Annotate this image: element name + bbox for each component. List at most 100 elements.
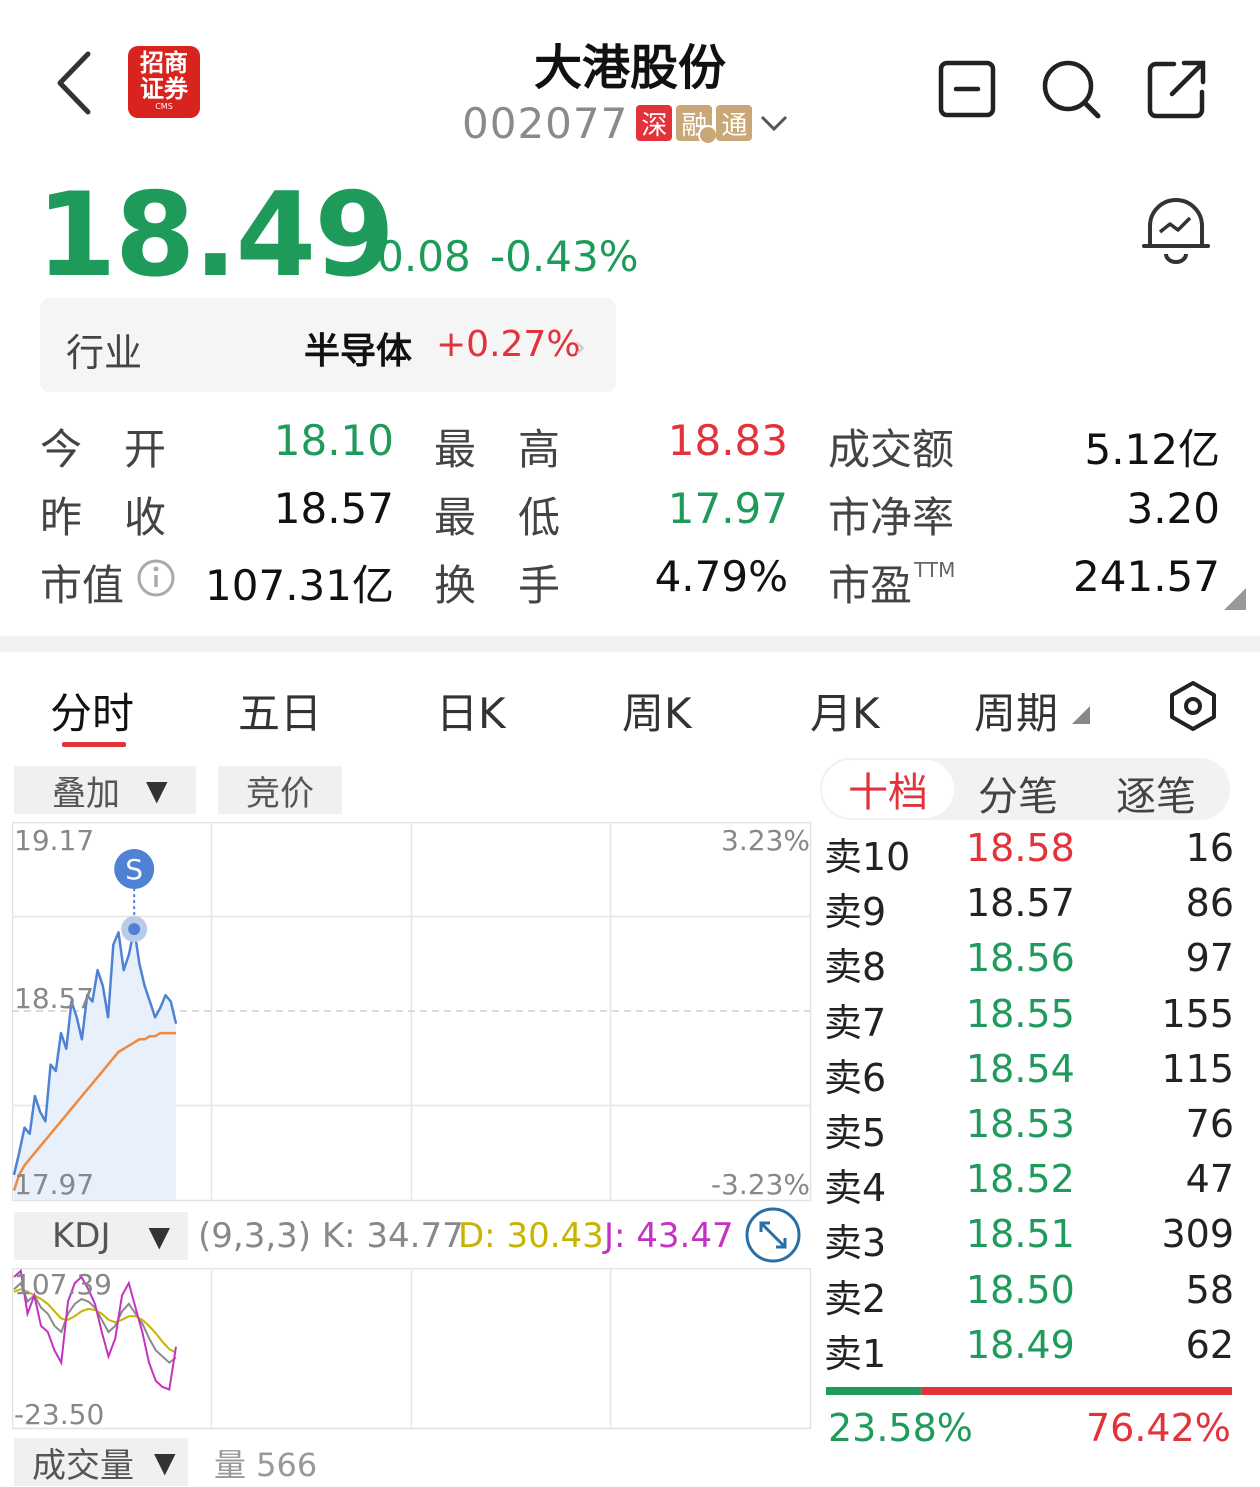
industry-label: 行业	[66, 331, 143, 375]
chevron-right-icon: ›	[574, 330, 586, 365]
y-tick-pct-high: 3.23%	[721, 824, 810, 857]
buy-ratio: 23.58%	[828, 1406, 973, 1450]
section-divider	[0, 636, 1260, 652]
info-icon[interactable]	[136, 558, 176, 598]
overlay-label: 叠加	[52, 773, 120, 814]
caret-down-icon: ▼	[148, 1219, 171, 1253]
y-tick-pct-low: -3.23%	[710, 1168, 810, 1201]
chart-settings-icon[interactable]	[1168, 680, 1218, 732]
stock-code-row[interactable]: 002077 深 融 通	[462, 98, 792, 148]
stat-label-pe: 市盈	[828, 561, 913, 610]
stat-label-high: 最 高	[434, 425, 561, 474]
search-icon[interactable]	[1040, 58, 1102, 120]
connect-tag: 通	[716, 105, 753, 141]
tab-five-day[interactable]: 五日	[238, 680, 322, 741]
intraday-chart[interactable]: S	[12, 822, 812, 1202]
order-level-label: 卖5	[824, 1111, 887, 1155]
expand-chart-icon[interactable]	[744, 1206, 802, 1264]
price-alert-bell-icon[interactable]	[1140, 192, 1212, 268]
order-level-price: 18.53	[966, 1102, 1075, 1146]
order-level-volume: 76	[1185, 1102, 1234, 1146]
tab-intraday[interactable]: 分时	[50, 680, 134, 741]
order-book-row: 卖5 18.53 76	[824, 1102, 1234, 1157]
stock-code: 002077	[462, 98, 629, 148]
stat-label-market-cap: 市值	[40, 561, 125, 610]
chart-marks: S	[12, 849, 178, 1200]
order-level-label: 卖4	[824, 1166, 887, 1211]
order-level-volume: 115	[1161, 1046, 1234, 1091]
order-level-volume: 97	[1185, 936, 1234, 981]
active-tab-indicator	[62, 742, 126, 747]
volume-label: 成交量	[32, 1445, 134, 1486]
back-icon[interactable]	[52, 48, 102, 118]
order-level-label: 卖7	[824, 1000, 887, 1045]
order-level-price: 18.57	[966, 881, 1075, 926]
volume-dropdown[interactable]: 成交量 ▼	[14, 1438, 188, 1486]
stat-value-amount: 5.12亿	[1084, 425, 1220, 474]
stat-label-pb: 市净率	[828, 493, 955, 542]
order-level-label: 卖6	[824, 1055, 887, 1100]
stat-value-market-cap: 107.31亿	[205, 561, 394, 610]
stat-value-pe: 241.57	[1073, 552, 1220, 601]
order-level-volume: 16	[1185, 826, 1234, 870]
indicator-dropdown[interactable]: KDJ ▼	[14, 1212, 188, 1260]
price-change: -0.08	[362, 232, 471, 281]
stat-value-pb: 3.20	[1126, 484, 1220, 533]
tab-monthly-k[interactable]: 月K	[810, 680, 880, 741]
expand-corner-icon[interactable]	[1224, 588, 1246, 610]
overlay-dropdown[interactable]: 叠加 ▼	[14, 766, 196, 814]
order-level-volume: 58	[1185, 1267, 1234, 1312]
auction-button[interactable]: 竞价	[218, 766, 342, 814]
stat-value-turnover: 4.79%	[654, 552, 788, 601]
order-level-label: 卖2	[824, 1276, 887, 1321]
remove-watchlist-icon[interactable]	[938, 60, 996, 118]
chevron-down-icon[interactable]	[756, 105, 792, 141]
margin-tag: 融	[676, 105, 719, 145]
industry-change: +0.27%	[436, 324, 581, 365]
last-price: 18.49	[36, 168, 395, 303]
tab-ten-levels[interactable]: 十档	[822, 760, 954, 818]
order-book-row: 卖9 18.57 86	[824, 881, 1234, 936]
order-level-volume: 155	[1161, 991, 1234, 1036]
stat-value-prev-close: 18.57	[273, 484, 394, 533]
y-tick-prev-close: 18.57	[14, 982, 95, 1015]
y-tick-high: 19.17	[14, 824, 95, 857]
stat-value-open: 18.10	[273, 416, 394, 465]
order-level-label: 卖10	[824, 835, 911, 879]
sell-ratio-fill	[921, 1387, 1232, 1395]
stat-label-pe-suffix: TTM	[914, 558, 956, 582]
order-level-label: 卖8	[824, 945, 887, 990]
order-level-label: 卖1	[824, 1331, 887, 1376]
share-icon[interactable]	[1146, 58, 1208, 120]
tab-daily-k[interactable]: 日K	[436, 680, 506, 741]
buy-ratio-fill	[826, 1387, 922, 1395]
order-level-price: 18.49	[966, 1322, 1075, 1367]
order-level-price: 18.50	[966, 1267, 1075, 1312]
dropdown-corner-icon	[1072, 706, 1090, 724]
tab-period[interactable]: 周期	[974, 680, 1058, 741]
order-level-price: 18.58	[966, 826, 1075, 870]
tab-weekly-k[interactable]: 周K	[622, 680, 692, 741]
tab-ticks[interactable]: 分笔	[978, 764, 1058, 822]
kdj-params-and-k: (9,3,3) K: 34.77	[198, 1216, 464, 1256]
stat-label-turnover: 换 手	[434, 561, 561, 610]
caret-down-icon: ▼	[146, 773, 168, 807]
order-book-row: 卖6 18.54 115	[824, 1047, 1234, 1102]
order-level-price: 18.56	[966, 936, 1075, 981]
order-book-row: 卖1 18.49 62	[824, 1323, 1234, 1378]
kdj-chart[interactable]	[12, 1268, 812, 1430]
stock-name: 大港股份	[533, 40, 726, 96]
broker-logo: 招商 证券 CMS	[128, 46, 200, 118]
y-tick-low: 17.97	[14, 1168, 95, 1201]
order-level-price: 18.55	[966, 991, 1075, 1036]
buy-sell-ratio-bar	[826, 1387, 1232, 1395]
indicator-label: KDJ	[52, 1216, 111, 1256]
sell-ratio: 76.42%	[1086, 1406, 1231, 1450]
order-level-price: 18.51	[966, 1212, 1075, 1257]
price-area	[14, 929, 176, 1200]
order-book-row: 卖10 18.58 16	[824, 826, 1234, 881]
industry-name: 半导体	[304, 331, 413, 372]
order-book-row: 卖3 18.51 309	[824, 1212, 1234, 1267]
high-point-dot	[128, 923, 141, 936]
tab-trade-by-trade[interactable]: 逐笔	[1116, 764, 1196, 822]
